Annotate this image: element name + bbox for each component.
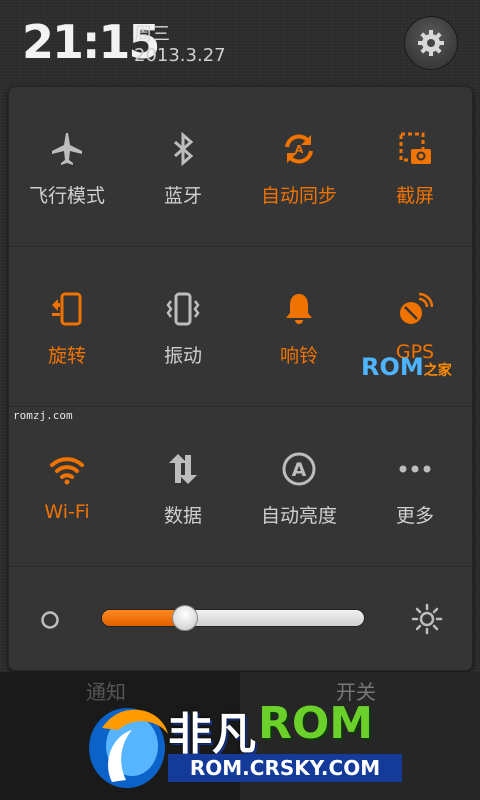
crsky-watermark: 非凡 ROM ROM.CRSKY.COM — [82, 698, 412, 792]
watermark-url: ROM.CRSKY.COM — [168, 754, 402, 782]
brightness-slider-thumb[interactable] — [172, 605, 198, 631]
gps-icon — [400, 292, 433, 324]
watermark-rom-text: ROM — [258, 698, 374, 749]
brightness-low-icon — [41, 611, 59, 629]
auto-brightness-icon: A — [282, 452, 316, 486]
toggle-label: Wi-Fi — [44, 501, 90, 523]
toggle-auto-brightness[interactable]: A 自动亮度 — [241, 407, 357, 567]
toggle-data[interactable]: 数据 — [125, 407, 241, 567]
rotate-icon — [52, 292, 82, 326]
weekday-label: 周三 — [134, 24, 170, 45]
airplane-icon — [52, 133, 82, 165]
toggle-screenshot[interactable]: 截屏 — [357, 87, 472, 247]
toggle-ringer[interactable]: 响铃 — [241, 247, 357, 407]
status-header: 21:15 周三 2013.3.27 — [0, 0, 480, 84]
quick-settings-panel: 飞行模式 蓝牙 A 自动同步 截屏 旋转 振动 响铃 GPS Wi-Fi 数据 … — [8, 86, 473, 671]
vibrate-icon — [166, 292, 200, 326]
toggle-rotate[interactable]: 旋转 — [9, 247, 125, 407]
brightness-row — [9, 567, 472, 670]
toggle-row: 旋转 振动 响铃 GPS — [9, 247, 472, 407]
watermark-text: romzj.com — [13, 409, 73, 422]
watermark-cn-text: 非凡 — [168, 709, 256, 760]
toggle-label: 蓝牙 — [163, 185, 202, 207]
svg-text:A: A — [295, 143, 304, 156]
toggle-label: 自动同步 — [260, 185, 337, 207]
wifi-icon — [50, 457, 84, 485]
settings-button[interactable] — [404, 16, 458, 70]
toggle-row: 飞行模式 蓝牙 A 自动同步 截屏 — [9, 87, 472, 247]
bluetooth-icon — [174, 131, 194, 167]
toggle-vibrate[interactable]: 振动 — [125, 247, 241, 407]
toggle-gps[interactable]: GPS — [357, 247, 472, 407]
sync-icon: A — [285, 134, 313, 164]
toggle-auto-sync[interactable]: A 自动同步 — [241, 87, 357, 247]
toggle-bluetooth[interactable]: 蓝牙 — [125, 87, 241, 247]
more-icon — [399, 465, 431, 473]
gear-icon — [418, 30, 444, 56]
toggle-label: 响铃 — [279, 345, 318, 367]
toggle-row: Wi-Fi 数据 A 自动亮度 更多 — [9, 407, 472, 567]
toggle-label: 旋转 — [47, 345, 86, 367]
rom-logo-watermark: ROM之家 — [361, 353, 452, 381]
date-label: 2013.3.27 — [134, 45, 226, 66]
toggle-airplane[interactable]: 飞行模式 — [9, 87, 125, 247]
screenshot-icon — [399, 132, 431, 164]
rom-logo-suffix: 之家 — [423, 363, 452, 379]
toggle-wifi[interactable]: Wi-Fi — [9, 407, 125, 567]
toggle-label: 更多 — [395, 505, 434, 527]
toggle-more[interactable]: 更多 — [357, 407, 472, 567]
toggle-label: 自动亮度 — [260, 505, 337, 527]
toggle-label: 振动 — [163, 345, 202, 367]
bell-icon — [286, 294, 312, 324]
toggle-label: 截屏 — [395, 185, 434, 207]
svg-text:A: A — [292, 459, 307, 481]
rom-logo-text: ROM — [361, 353, 424, 381]
data-icon — [169, 454, 197, 484]
crsky-logo-icon — [89, 708, 168, 788]
brightness-high-icon — [411, 603, 443, 635]
toggle-label: 数据 — [163, 505, 202, 527]
toggle-label: 飞行模式 — [28, 185, 105, 207]
brightness-slider[interactable] — [101, 609, 365, 627]
